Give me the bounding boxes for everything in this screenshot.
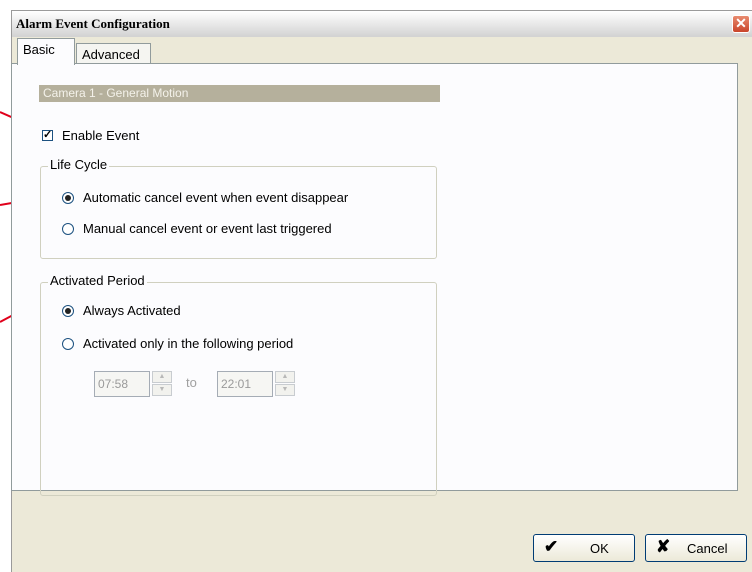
checkmark-icon: ✓ [43, 129, 53, 141]
ok-button-label: OK [590, 541, 609, 556]
tab-advanced[interactable]: Advanced [76, 43, 151, 65]
radio-always-activated-label: Always Activated [83, 303, 181, 318]
x-icon: ✘ [656, 537, 671, 556]
to-label: to [186, 375, 197, 390]
radio-manual-cancel[interactable] [62, 223, 74, 235]
window-title: Alarm Event Configuration [16, 16, 170, 31]
to-time-input[interactable]: 22:01 [217, 371, 273, 397]
radio-always-activated[interactable] [62, 305, 74, 317]
from-time-stepper[interactable]: ▲ ▼ [152, 371, 172, 397]
tab-advanced-label: Advanced [82, 47, 140, 62]
to-time-up-arrow-icon[interactable]: ▲ [275, 371, 295, 383]
to-time-stepper[interactable]: ▲ ▼ [275, 371, 295, 397]
to-time-down-arrow-icon[interactable]: ▼ [275, 384, 295, 396]
ok-button[interactable]: ✔ OK [533, 534, 635, 562]
radio-auto-cancel[interactable] [62, 192, 74, 204]
activated-period-title: Activated Period [48, 273, 147, 288]
radio-manual-cancel-label: Manual cancel event or event last trigge… [83, 221, 332, 236]
enable-event-label: Enable Event [62, 128, 140, 143]
life-cycle-title: Life Cycle [48, 157, 110, 172]
radio-period-activated[interactable] [62, 338, 74, 350]
from-time-input[interactable]: 07:58 [94, 371, 150, 397]
radio-period-activated-label: Activated only in the following period [83, 336, 294, 351]
checkmark-icon: ✔ [544, 537, 559, 556]
camera-header: Camera 1 - General Motion [39, 85, 440, 102]
close-icon: ✕ [735, 15, 747, 31]
title-bar: Alarm Event Configuration ✕ [12, 11, 752, 37]
life-cycle-group [40, 166, 437, 259]
from-time-up-arrow-icon[interactable]: ▲ [152, 371, 172, 383]
radio-auto-cancel-label: Automatic cancel event when event disapp… [83, 190, 349, 205]
cancel-button[interactable]: ✘ Cancel [645, 534, 747, 562]
tab-basic[interactable]: Basic [17, 38, 75, 65]
tab-basic-label: Basic [23, 42, 55, 57]
from-time-down-arrow-icon[interactable]: ▼ [152, 384, 172, 396]
enable-event-checkbox[interactable]: ✓ [42, 130, 53, 141]
cancel-button-label: Cancel [687, 541, 728, 556]
close-button[interactable]: ✕ [732, 15, 750, 33]
